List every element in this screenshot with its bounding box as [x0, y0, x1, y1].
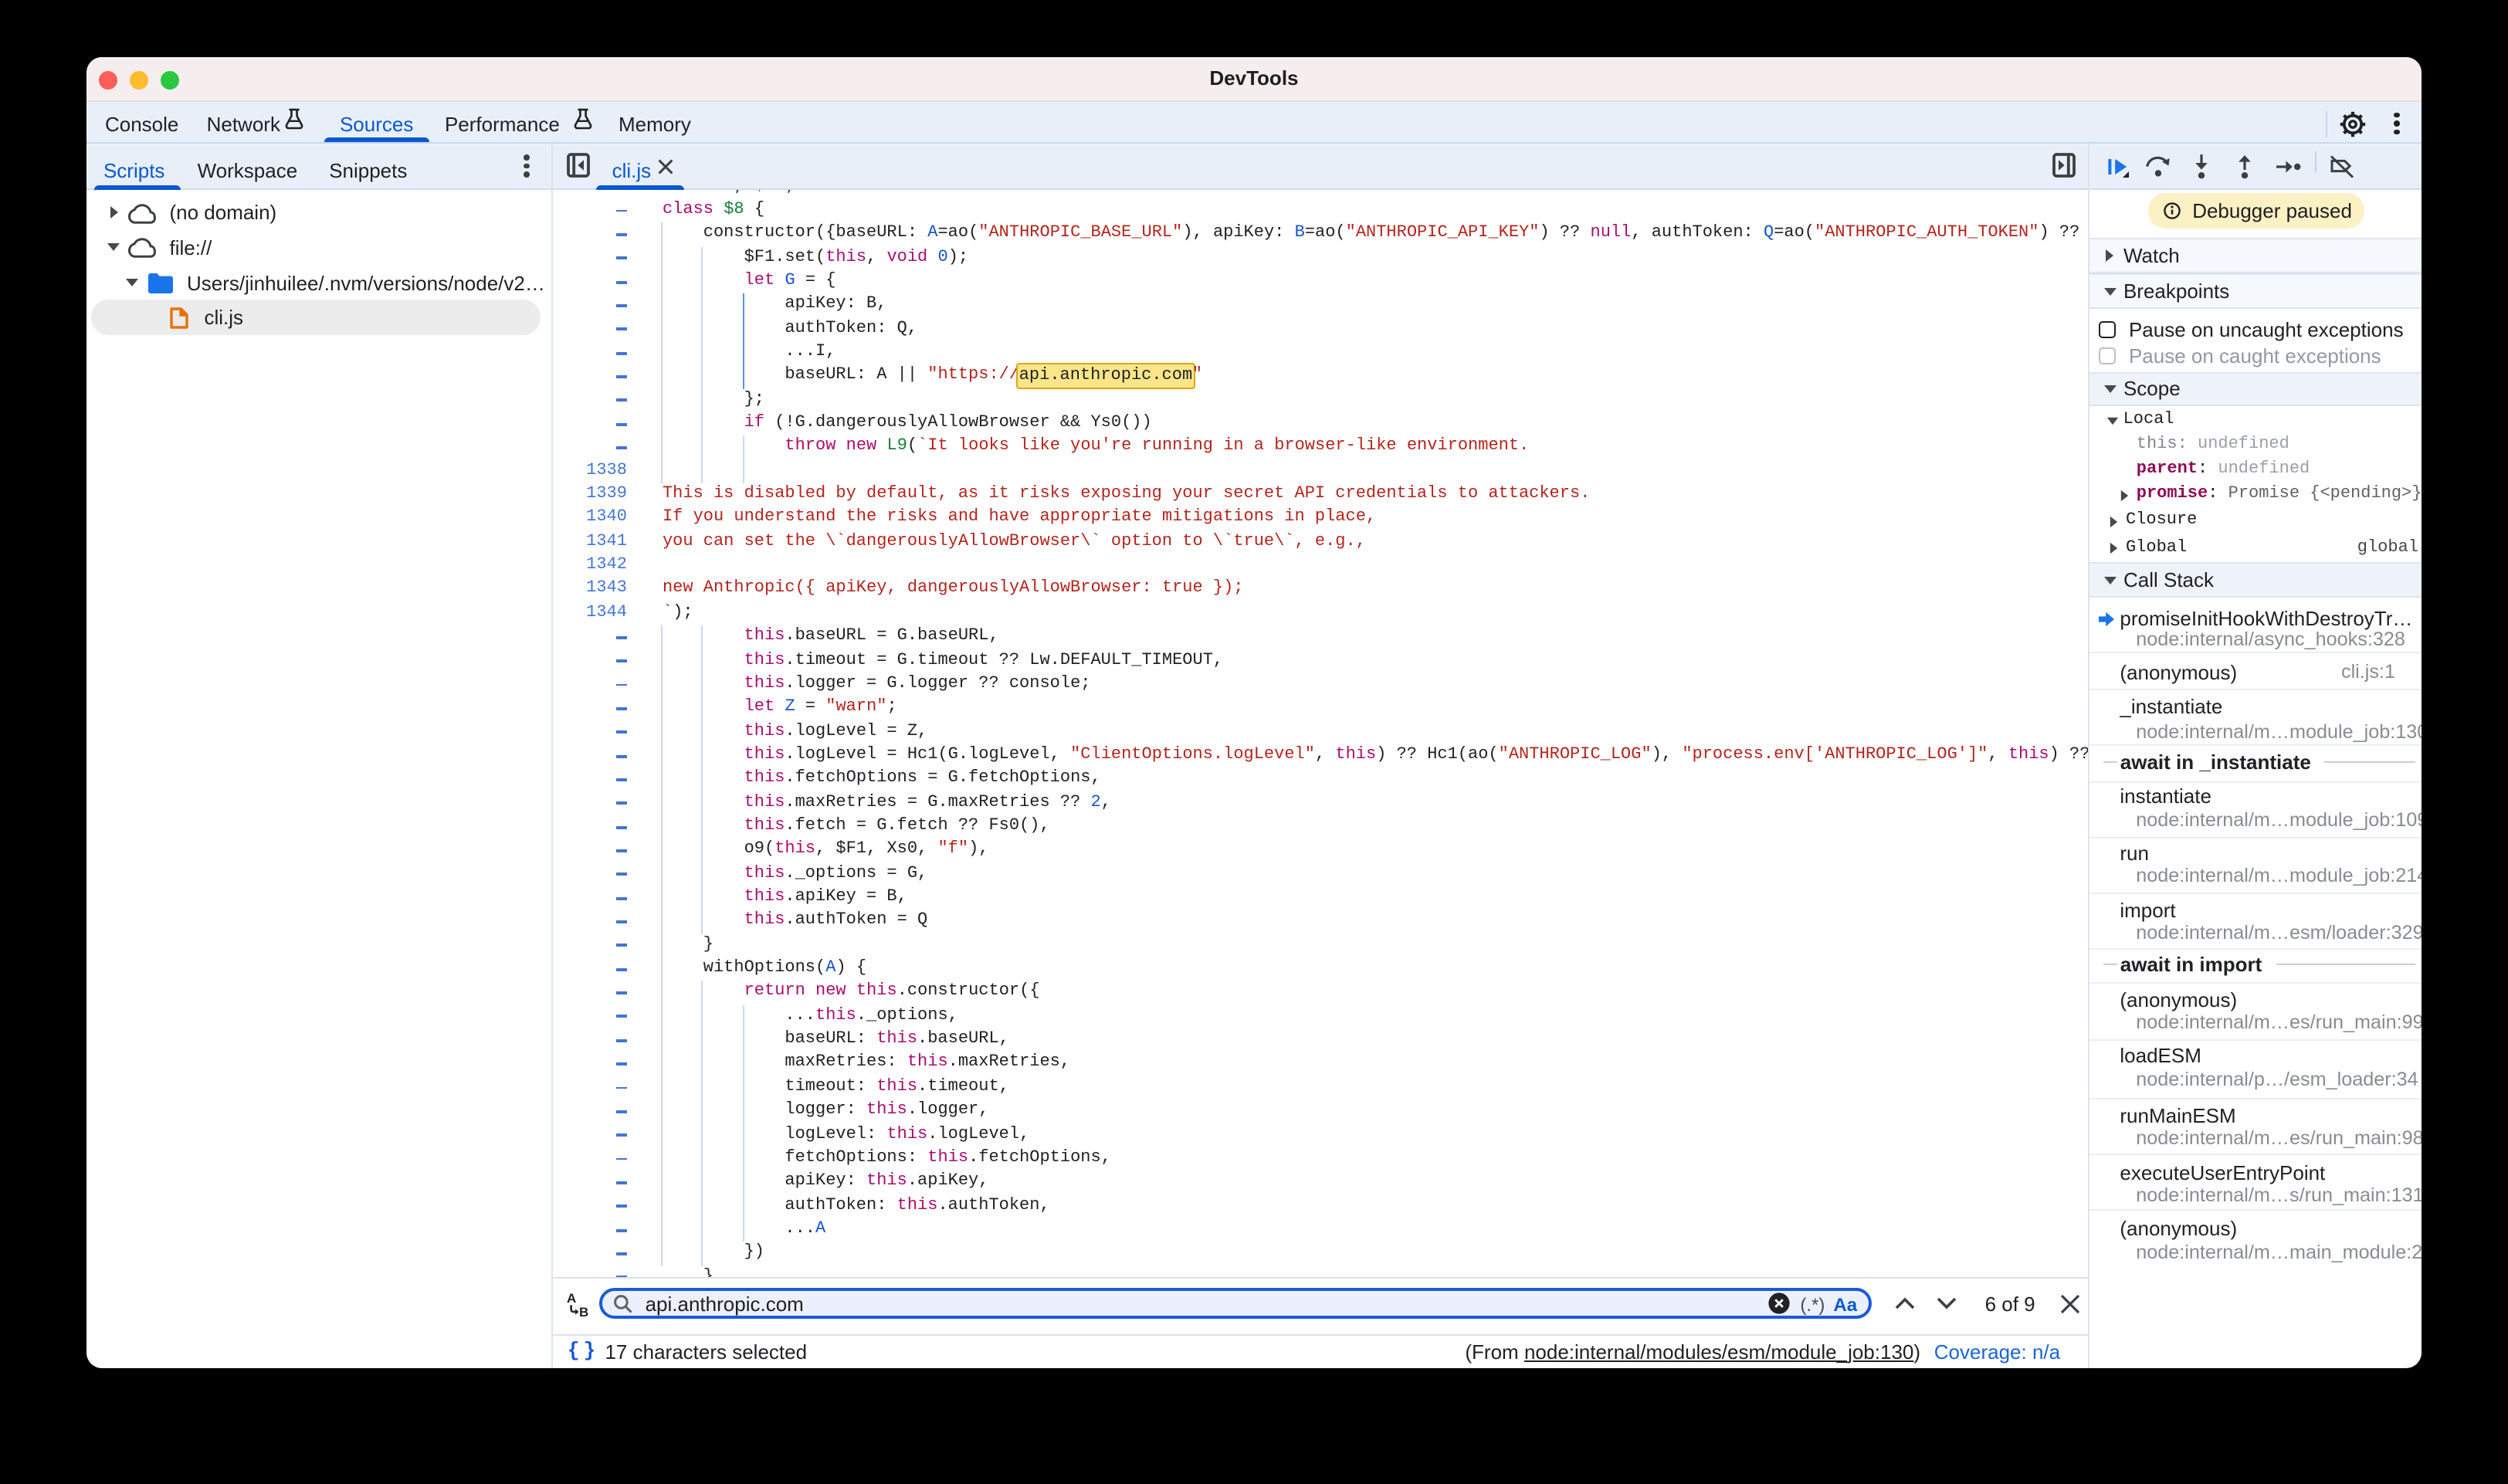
svg-text:A: A — [566, 1291, 575, 1306]
svg-text:B: B — [578, 1305, 588, 1317]
